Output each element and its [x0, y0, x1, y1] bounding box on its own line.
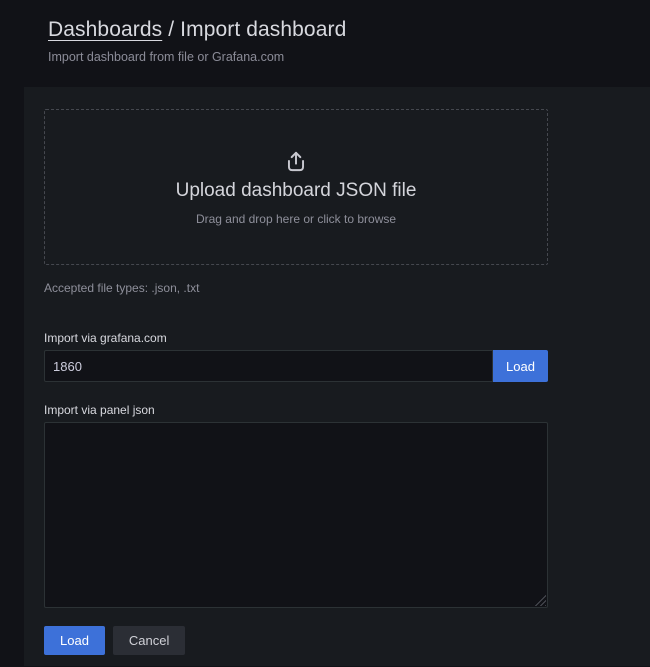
gcom-load-button[interactable]: Load	[493, 350, 548, 382]
accepted-file-types: Accepted file types: .json, .txt	[44, 281, 548, 295]
breadcrumb-link-dashboards[interactable]: Dashboards	[48, 18, 162, 41]
panel-json-field-label: Import via panel json	[44, 403, 548, 417]
content-inner: Upload dashboard JSON file Drag and drop…	[44, 109, 548, 655]
page-header: Dashboards / Import dashboard Import dashb…	[0, 0, 650, 65]
dropzone-subtext: Drag and drop here or click to browse	[196, 212, 396, 226]
page-title: Import dashboard	[180, 18, 346, 41]
breadcrumb: Dashboards / Import dashboard	[48, 16, 650, 44]
gcom-input-row: Load	[44, 350, 548, 382]
action-row: Load Cancel	[44, 626, 548, 655]
load-button[interactable]: Load	[44, 626, 105, 655]
gcom-field-label: Import via grafana.com	[44, 331, 548, 345]
breadcrumb-separator: /	[168, 18, 174, 41]
page-subtitle: Import dashboard from file or Grafana.co…	[48, 49, 650, 65]
upload-icon	[283, 149, 309, 175]
cancel-button[interactable]: Cancel	[113, 626, 185, 655]
panel-json-textarea[interactable]	[44, 422, 548, 608]
panel-json-textarea-wrap	[44, 422, 548, 608]
content-panel: Upload dashboard JSON file Drag and drop…	[24, 87, 650, 666]
import-panel-json-section: Import via panel json	[44, 403, 548, 608]
dropzone-heading: Upload dashboard JSON file	[176, 179, 417, 203]
gcom-url-input[interactable]	[44, 350, 493, 382]
import-gcom-section: Import via grafana.com Load	[44, 331, 548, 382]
upload-dropzone[interactable]: Upload dashboard JSON file Drag and drop…	[44, 109, 548, 265]
